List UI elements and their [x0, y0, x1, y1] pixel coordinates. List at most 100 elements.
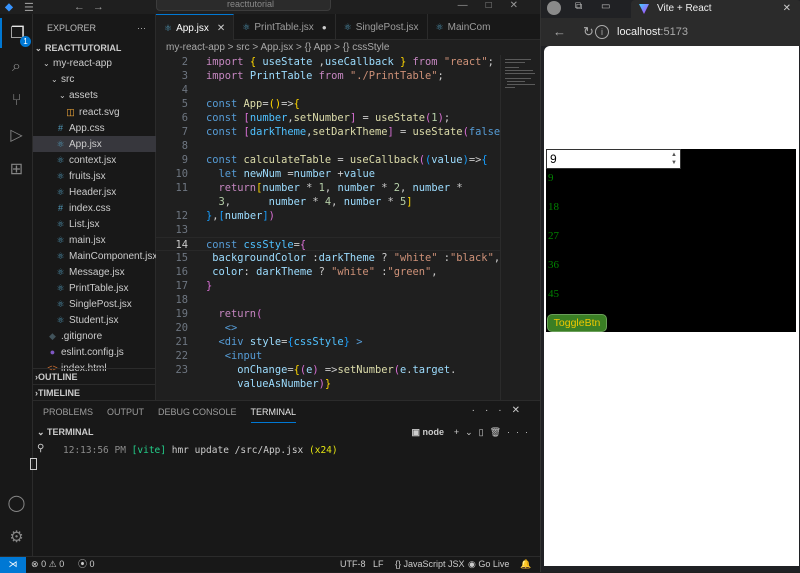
account-icon[interactable]: ◯	[0, 488, 33, 518]
tree-item-printtable-jsx[interactable]: ⚛ PrintTable.jsx	[33, 280, 156, 296]
profile-avatar[interactable]	[547, 1, 561, 15]
info-icon[interactable]: i	[595, 25, 609, 39]
tree-item-context-jsx[interactable]: ⚛ context.jsx	[33, 152, 156, 168]
tab-output[interactable]: OUTPUT	[107, 401, 144, 423]
code-line: valueAsNumber)}	[237, 378, 332, 390]
browser-tab[interactable]: Vite + React ✕	[631, 0, 800, 18]
tree-item-fruits-jsx[interactable]: ⚛ fruits.jsx	[33, 168, 156, 184]
tree-label: src	[61, 74, 75, 85]
search-icon[interactable]: ⌕	[0, 52, 33, 82]
language-status[interactable]: {} JavaScript JSX	[395, 557, 465, 572]
tree-item-message-jsx[interactable]: ⚛ Message.jsx	[33, 264, 156, 280]
tab-maincomponent[interactable]: ⚛ MainCom	[428, 14, 499, 40]
encoding-status[interactable]: UTF-8	[340, 557, 366, 572]
tab-printtable-jsx[interactable]: ⚛ PrintTable.jsx ●	[234, 14, 336, 40]
tree-item-my-react-app[interactable]: ⌄ my-react-app	[33, 56, 156, 72]
code-editor[interactable]: 2 import { useState ,useCallback } from "…	[156, 55, 500, 400]
chevron-down-icon[interactable]: ⌄	[37, 427, 47, 437]
minimap[interactable]	[500, 55, 540, 400]
terminal-controls[interactable]: +⌄▯🗑···	[454, 425, 534, 439]
table-value: 27	[548, 230, 559, 242]
tree-item-main-jsx[interactable]: ⚛ main.jsx	[33, 232, 156, 248]
error-count: 0	[41, 559, 47, 569]
toggle-button[interactable]: ToggleBtn	[547, 314, 607, 332]
reload-icon[interactable]: ↻	[583, 24, 594, 40]
panel-controls[interactable]: ···✕	[472, 405, 530, 416]
ports-status[interactable]: ⦿ 0	[78, 557, 95, 572]
tab-singlepost-jsx[interactable]: ⚛ SinglePost.jsx	[336, 14, 428, 40]
line-number: 10	[175, 168, 188, 180]
tree-item-header-jsx[interactable]: ⚛ Header.jsx	[33, 184, 156, 200]
tree-item-gitignore[interactable]: ◆ .gitignore	[33, 328, 156, 344]
react-file-icon: ⚛	[56, 171, 65, 181]
address-bar[interactable]: i localhost:5173	[595, 23, 797, 41]
tree-item-react-svg[interactable]: ◫ react.svg	[33, 104, 156, 120]
bell-icon[interactable]: 🔔	[520, 557, 531, 572]
tree-item-list-jsx[interactable]: ⚛ List.jsx	[33, 216, 156, 232]
tree-item-app-css[interactable]: # App.css	[33, 120, 156, 136]
explorer-icon[interactable]: ❐ 1	[0, 18, 33, 48]
outline-section[interactable]: ›OUTLINE	[33, 368, 156, 384]
tree-item-index-css[interactable]: # index.css	[33, 200, 156, 216]
tab-app-jsx[interactable]: ⚛ App.jsx ✕	[156, 14, 235, 40]
terminal-output[interactable]: 12:13:56 PM [vite] hmr update /src/App.j…	[63, 445, 338, 456]
table-value: 36	[548, 259, 559, 271]
back-arrow-icon[interactable]: ←	[553, 24, 566, 39]
tree-item-app-jsx[interactable]: ⚛ App.jsx	[33, 136, 156, 152]
source-control-icon[interactable]: ⑂	[0, 86, 33, 116]
timeline-section[interactable]: ›TIMELINE	[33, 384, 156, 400]
line-number: 16	[175, 266, 188, 278]
command-center-search[interactable]: reacttutorial	[156, 0, 331, 11]
tree-root[interactable]: ⌄ REACTTUTORIAL	[33, 40, 156, 56]
remote-icon[interactable]: ⋊	[0, 557, 26, 573]
window-controls[interactable]: —□✕	[458, 0, 536, 11]
code-line: 13	[156, 223, 500, 237]
url-host: localhost	[617, 26, 661, 38]
close-icon[interactable]: ✕	[217, 23, 225, 34]
number-input[interactable]: 9 ▲ ▼	[546, 149, 681, 169]
tree-label: Header.jsx	[69, 187, 117, 198]
nav-arrows-icon[interactable]: ←→	[74, 1, 112, 13]
tree-item-maincomponent-jsx[interactable]: ⚛ MainComponent.jsx	[33, 248, 157, 264]
tree-item-src[interactable]: ⌄ src	[33, 72, 156, 88]
golive-status[interactable]: ◉ Go Live	[468, 557, 509, 572]
react-file-icon: ⚛	[343, 22, 352, 32]
chevron-down-icon: ⌄	[43, 59, 50, 68]
tab-actions-icon[interactable]: ▭	[601, 1, 610, 12]
close-icon[interactable]: ✕	[783, 0, 791, 18]
tree-item-student-jsx[interactable]: ⚛ Student.jsx	[33, 312, 156, 328]
panel-tabs: PROBLEMS OUTPUT DEBUG CONSOLE TERMINAL	[33, 401, 540, 423]
tab-problems[interactable]: PROBLEMS	[43, 401, 93, 423]
eol-status[interactable]: LF	[373, 557, 384, 572]
menu-icon[interactable]: ☰	[24, 1, 34, 14]
app-container: 9 ▲ ▼ 9 18 27 36 45 ToggleBtn	[546, 149, 796, 332]
tree-label: App.jsx	[69, 139, 102, 150]
term-message: hmr update /src/App.jsx	[171, 445, 304, 456]
ports-count: 0	[89, 559, 95, 569]
tree-label: SinglePost.jsx	[69, 299, 132, 310]
line-number: 15	[175, 252, 188, 264]
line-number: 2	[181, 56, 188, 68]
workspaces-icon[interactable]: ⧉	[575, 1, 582, 12]
terminal-shell-selector[interactable]: ▣ node	[411, 425, 444, 439]
more-actions-icon[interactable]: ···	[137, 20, 146, 36]
run-debug-icon[interactable]: ▷	[0, 120, 33, 150]
tab-debug-console[interactable]: DEBUG CONSOLE	[158, 401, 237, 423]
react-file-icon: ⚛	[56, 299, 65, 309]
breadcrumb[interactable]: my-react-app > src > App.jsx > {} App > …	[156, 40, 540, 55]
tree-item-singlepost-jsx[interactable]: ⚛ SinglePost.jsx	[33, 296, 156, 312]
explorer-header: EXPLORER ···	[33, 20, 156, 36]
code-line: 7 const [darkTheme,setDarkTheme] = useSta…	[156, 125, 500, 139]
tab-terminal[interactable]: TERMINAL	[250, 401, 297, 423]
spinner-arrows-icon[interactable]: ▲ ▼	[671, 151, 677, 167]
problems-status[interactable]: ⊗ 0 ⚠ 0	[31, 557, 64, 572]
broadcast-icon: ⦿	[78, 559, 88, 569]
tab-label: MainCom	[447, 22, 491, 33]
golive-label: Go Live	[478, 559, 510, 569]
tree-item-assets[interactable]: ⌄ assets	[33, 88, 156, 104]
golive-icon: ◉	[468, 559, 476, 569]
chevron-down-icon: ⌄	[51, 75, 58, 84]
extensions-icon[interactable]: ⊞	[0, 154, 33, 184]
tree-item-eslint-config[interactable]: ● eslint.config.js	[33, 344, 156, 360]
settings-gear-icon[interactable]: ⚙	[0, 522, 33, 552]
